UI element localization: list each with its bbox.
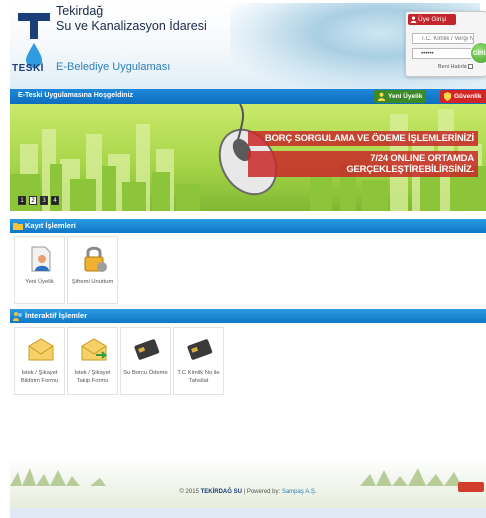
login-title-label: Üye Girişi	[418, 16, 447, 23]
tc-id-collection-label: T.C Kimlik No ile Tahsilat	[177, 370, 220, 384]
slide-button-4[interactable]: 4	[51, 196, 59, 205]
request-complaint-form-tile[interactable]: İstek / Şikayet Bildirim Formu	[14, 327, 65, 395]
org-name-line1: Tekirdağ	[56, 4, 104, 18]
account-section-header: Kayıt İşlemleri	[10, 219, 486, 233]
remember-me-label: Beni Hatırla	[438, 64, 467, 70]
footer: © 2015 TEKİRDAĞ SU | Powered by: Sampaş …	[10, 458, 486, 508]
welcome-text: E-Teski Uygulamasına Hoşgeldiniz	[18, 92, 134, 99]
password-input[interactable]	[412, 48, 474, 59]
register-label: Yeni Üyelik	[388, 93, 423, 100]
bottom-strip	[10, 508, 486, 518]
vendor-link[interactable]: Sampaş A.Ş.	[282, 489, 317, 495]
water-bill-payment-label: Su Borcu Ödeme	[123, 370, 168, 376]
water-bill-payment-tile[interactable]: Su Borcu Ödeme	[120, 327, 171, 395]
interactive-section-title: İnteraktif İşlemler	[25, 311, 88, 320]
remember-me-checkbox[interactable]: Beni Hatırla	[438, 64, 474, 70]
security-button[interactable]: Güvenlik	[440, 90, 486, 103]
security-label: Güvenlik	[454, 93, 482, 100]
copyright-org: TEKİRDAĞ SU	[200, 489, 242, 495]
envelope-icon	[28, 338, 54, 361]
padlock-icon	[84, 246, 107, 272]
teski-logo-icon[interactable]	[14, 9, 54, 71]
request-tracking-form-label: İstek / Şikayet Takip Formu	[74, 370, 111, 384]
promo-banner[interactable]: BORÇ SORGULAMA VE ÖDEME İŞLEMLERİNİZİ 7/…	[10, 104, 486, 211]
powered-by-prefix: | Powered by:	[243, 489, 281, 495]
credit-card-icon	[134, 339, 160, 360]
account-section-title: Kayıt İşlemleri	[25, 221, 76, 230]
forgot-password-label: Şifremi Unuttum	[71, 279, 114, 285]
copyright-text: © 2015 TEKİRDAĞ SU | Powered by: Sampaş …	[10, 489, 486, 495]
forgot-password-tile[interactable]: Şifremi Unuttum	[67, 236, 118, 304]
login-button[interactable]: GİRİŞ	[470, 42, 486, 64]
slider-pagination: 1 2 3 4	[18, 196, 59, 205]
header: TESKİ Tekirdağ Su ve Kanalizasyon İdares…	[10, 3, 486, 89]
credit-card-icon	[187, 339, 213, 360]
app-name: E-Belediye Uygulaması	[56, 61, 171, 73]
logo-text: TESKİ	[12, 63, 44, 74]
checkbox-icon	[468, 64, 474, 70]
new-user-icon	[377, 92, 386, 101]
new-membership-tile[interactable]: Yeni Üyelik	[14, 236, 65, 304]
copyright-prefix: © 2015	[179, 489, 199, 495]
new-membership-label: Yeni Üyelik	[25, 279, 54, 285]
banner-headline-line1: BORÇ SORGULAMA VE ÖDEME İŞLEMLERİNİZİ	[248, 131, 478, 146]
tc-id-input[interactable]	[412, 33, 474, 44]
nav-bar: E-Teski Uygulamasına Hoşgeldiniz Yeni Üy…	[10, 89, 486, 104]
tc-id-collection-tile[interactable]: T.C Kimlik No ile Tahsilat	[173, 327, 224, 395]
vendor-logo[interactable]	[458, 482, 484, 492]
envelope-arrow-icon	[81, 338, 108, 361]
people-icon	[13, 312, 22, 321]
shield-icon	[443, 92, 452, 101]
org-name-line2: Su ve Kanalizasyon İdaresi	[56, 19, 207, 33]
login-title: Üye Girişi	[408, 14, 456, 25]
folder-icon	[13, 223, 23, 230]
slide-button-1[interactable]: 1	[18, 196, 26, 205]
user-icon	[410, 16, 417, 23]
grass-decoration	[10, 468, 486, 486]
request-tracking-form-tile[interactable]: İstek / Şikayet Takip Formu	[67, 327, 118, 395]
interactive-section-header: İnteraktif İşlemler	[10, 309, 486, 323]
slide-button-3[interactable]: 3	[40, 196, 48, 205]
user-document-icon	[31, 246, 51, 272]
login-box: Üye Girişi Beni Hatırla GİRİŞ	[405, 11, 486, 77]
request-complaint-form-label: İstek / Şikayet Bildirim Formu	[20, 370, 59, 384]
slide-button-2[interactable]: 2	[29, 196, 37, 205]
register-button[interactable]: Yeni Üyelik	[374, 90, 427, 103]
banner-headline-line2: 7/24 ONLINE ORTAMDA GERÇEKLEŞTİREBİLİRSİ…	[248, 151, 478, 177]
